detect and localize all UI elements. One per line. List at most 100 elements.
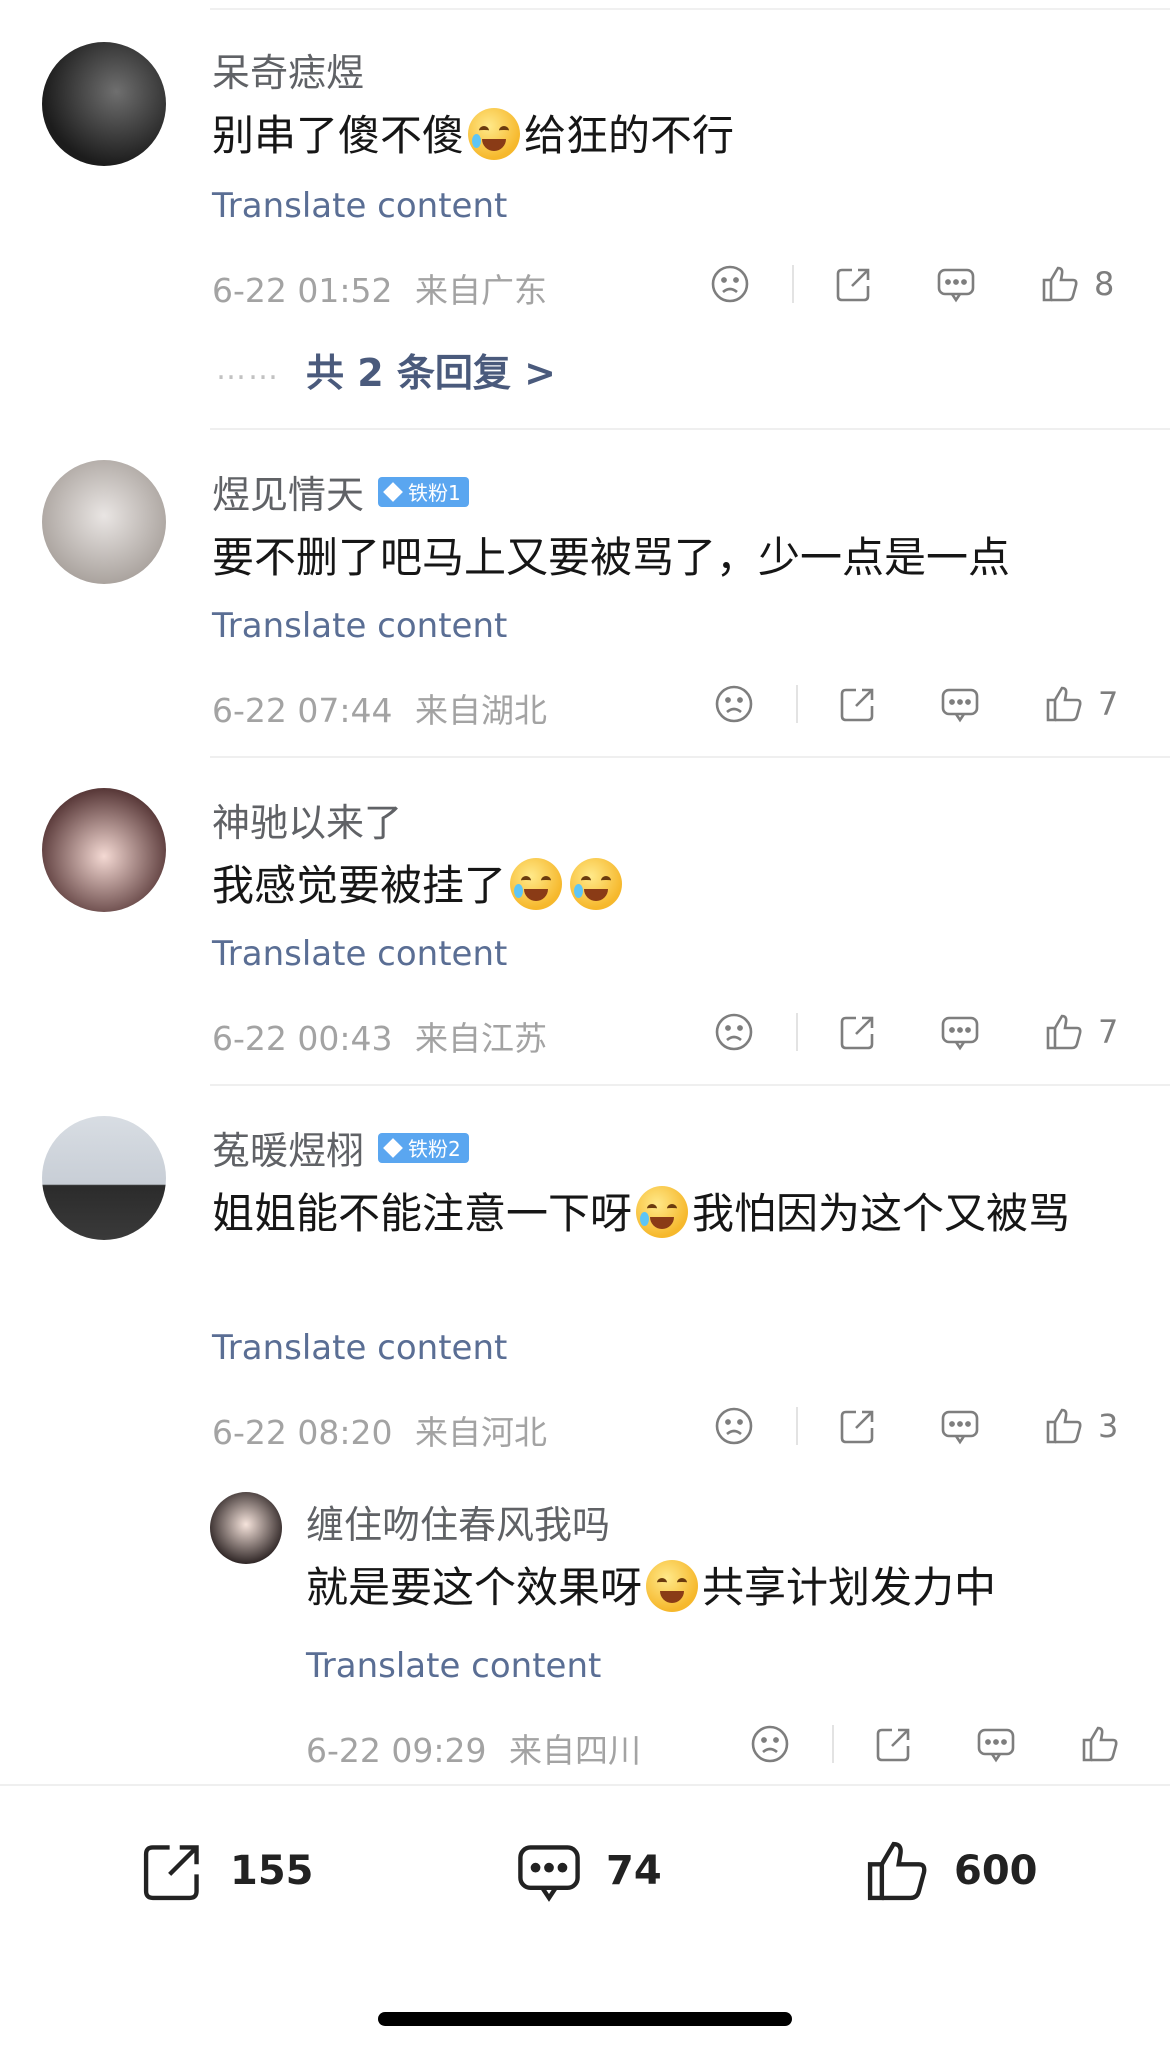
comment-text-part: 就是要这个效果呀	[306, 1563, 643, 1612]
share-icon	[836, 268, 870, 302]
location: 来自湖北	[415, 691, 547, 730]
laughing-crying-emoji	[510, 858, 563, 910]
reply-text: 就是要这个效果呀 共享计划发力中	[306, 1556, 1126, 1620]
sad-face-icon	[715, 685, 753, 723]
dislike-button[interactable]	[712, 682, 756, 726]
comment-text: 姐姐能不能注意一下呀 我怕因为这个又被骂	[212, 1182, 1112, 1246]
reply-avatar[interactable]	[210, 1492, 282, 1564]
location: 来自河北	[415, 1413, 547, 1452]
avatar[interactable]	[42, 788, 166, 912]
thumbs-up-icon	[1042, 266, 1078, 302]
username[interactable]: 神驰以来了	[212, 792, 402, 847]
sad-face-icon	[715, 1407, 753, 1445]
comment-text-part: 我怕因为这个又被骂	[692, 1189, 1071, 1238]
avatar[interactable]	[42, 460, 166, 584]
view-replies-link[interactable]: …… 共 2 条回复 >	[216, 342, 556, 397]
comment-icon	[941, 1016, 979, 1051]
timestamp: 6-22 09:29	[306, 1731, 487, 1770]
comment-button[interactable]	[934, 262, 978, 306]
like-count: 3	[1098, 1407, 1119, 1445]
comment-text-part: 姐姐能不能注意一下呀	[212, 1189, 633, 1238]
like-count: 600	[954, 1848, 1038, 1894]
replies-text[interactable]: 共 2 条回复 >	[306, 342, 556, 397]
comment-button[interactable]	[938, 1404, 982, 1448]
comment-text-part: 别串了傻不傻	[212, 111, 465, 160]
badge-label: 铁粉1	[408, 481, 461, 505]
share-button[interactable]	[836, 682, 880, 726]
like-button[interactable]: 7	[1042, 682, 1118, 726]
divider	[832, 1725, 834, 1763]
username[interactable]: 呆奇痣煜	[212, 42, 364, 97]
timestamp: 6-22 08:20	[212, 1413, 393, 1452]
translate-link[interactable]: Translate content	[306, 1646, 601, 1686]
comment-text: 我感觉要被挂了	[212, 854, 1132, 918]
share-button[interactable]	[836, 1404, 880, 1448]
avatar[interactable]	[42, 1116, 166, 1240]
reply-actions	[748, 1722, 1122, 1766]
like-button[interactable]: 8	[1038, 262, 1114, 306]
dislike-button[interactable]	[708, 262, 752, 306]
dislike-button[interactable]	[712, 1010, 756, 1054]
timestamp: 6-22 07:44	[212, 691, 393, 730]
sad-face-icon	[715, 1013, 753, 1051]
divider	[796, 685, 798, 723]
like-button[interactable]: 3	[1042, 1404, 1118, 1448]
username[interactable]: 缠住吻住春风我吗	[306, 1494, 610, 1549]
divider	[796, 1407, 798, 1445]
like-count: 7	[1098, 1013, 1119, 1051]
comment-actions: 7	[712, 1010, 1118, 1054]
comment-icon	[937, 268, 975, 303]
comment-text-part: 我感觉要被挂了	[212, 861, 507, 910]
comment-meta: 6-22 07:44 来自湖北	[212, 684, 547, 732]
comment-meta: 6-22 00:43 来自江苏	[212, 1012, 547, 1060]
translate-link[interactable]: Translate content	[212, 1328, 507, 1368]
share-icon	[840, 1410, 874, 1444]
share-button[interactable]	[836, 1010, 880, 1054]
share-button[interactable]	[832, 262, 876, 306]
home-indicator[interactable]	[378, 2012, 792, 2026]
comment-button[interactable]	[938, 1010, 982, 1054]
diamond-icon	[383, 1137, 403, 1158]
thumbs-up-icon	[1046, 1408, 1082, 1444]
translate-link[interactable]: Translate content	[212, 934, 507, 974]
like-button[interactable]: 7	[1042, 1010, 1118, 1054]
fan-badge: 铁粉2	[378, 1132, 469, 1163]
location: 来自四川	[509, 1731, 641, 1770]
dislike-button[interactable]	[712, 1404, 756, 1448]
translate-link[interactable]: Translate content	[212, 606, 507, 646]
share-button[interactable]	[872, 1722, 916, 1766]
comment-text-part: 给狂的不行	[524, 111, 735, 160]
reply-meta: 6-22 09:29 来自四川	[306, 1724, 641, 1772]
username[interactable]: 菟暖煜栩	[212, 1120, 364, 1175]
comment-actions: 7	[712, 682, 1118, 726]
badge-label: 铁粉2	[408, 1137, 461, 1161]
reply-author[interactable]: 缠住吻住春风我吗	[306, 1494, 610, 1549]
bottom-like-button[interactable]: 600	[860, 1834, 1038, 1908]
comment-button[interactable]	[974, 1722, 1018, 1766]
comment-button[interactable]	[938, 682, 982, 726]
username[interactable]: 煜见情天	[212, 464, 364, 519]
top-divider	[210, 8, 1170, 10]
share-count: 155	[230, 1848, 314, 1894]
dislike-button[interactable]	[748, 1722, 792, 1766]
comment-meta: 6-22 08:20 来自河北	[212, 1406, 547, 1454]
comment-divider	[210, 756, 1170, 758]
timestamp: 6-22 01:52	[212, 271, 393, 310]
comment-actions: 3	[712, 1404, 1118, 1448]
bottom-share-button[interactable]: 155	[136, 1834, 314, 1908]
location: 来自广东	[415, 271, 547, 310]
location: 来自江苏	[415, 1019, 547, 1058]
avatar[interactable]	[42, 42, 166, 166]
divider	[796, 1013, 798, 1051]
comment-author[interactable]: 神驰以来了	[212, 792, 402, 847]
thumbs-up-icon	[867, 1841, 927, 1901]
translate-link[interactable]: Translate content	[212, 186, 507, 226]
like-count: 7	[1098, 685, 1119, 723]
comment-text: 要不删了吧马上又要被骂了，少一点是一点	[212, 533, 1011, 582]
comment-author[interactable]: 煜见情天 铁粉1	[212, 464, 469, 519]
comment-author[interactable]: 呆奇痣煜	[212, 42, 364, 97]
like-button[interactable]	[1078, 1722, 1122, 1766]
thumbs-up-icon	[1082, 1726, 1118, 1762]
bottom-comment-button[interactable]: 74	[512, 1834, 662, 1908]
comment-author[interactable]: 菟暖煜栩 铁粉2	[212, 1120, 469, 1175]
